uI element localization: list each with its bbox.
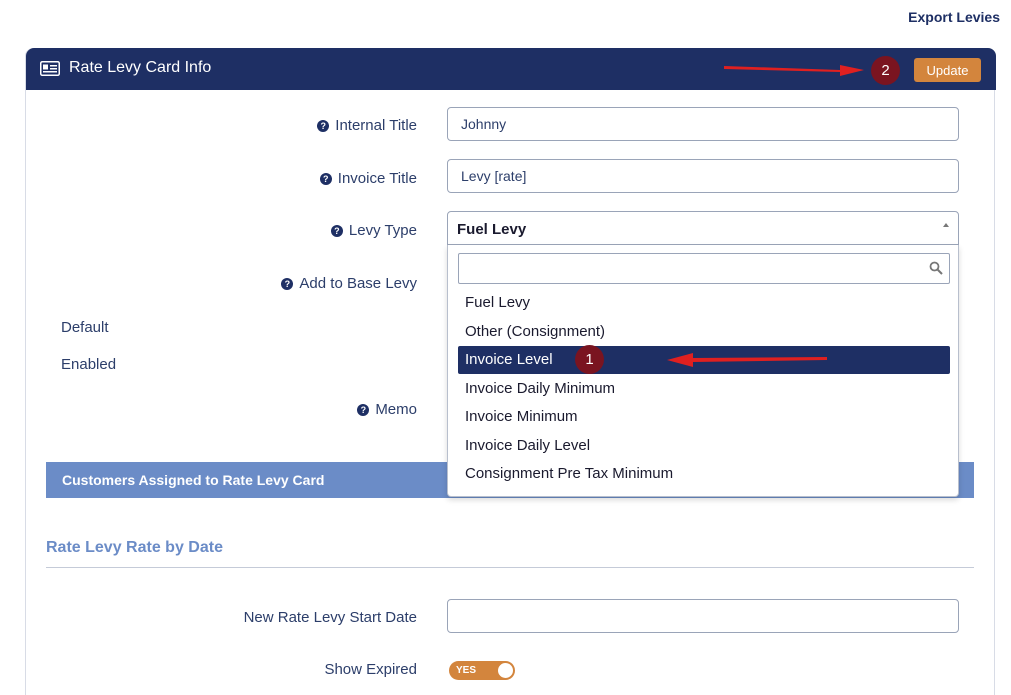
dropdown-search-input[interactable]	[458, 253, 950, 284]
help-icon[interactable]: ?	[281, 278, 294, 290]
memo-label: ? Memo	[357, 401, 417, 418]
add-to-base-levy-label: ? Add to Base Levy	[281, 275, 417, 292]
default-label: Default	[61, 319, 109, 336]
help-icon[interactable]: ?	[357, 404, 370, 416]
dropdown-option[interactable]: Fuel Levy	[458, 289, 950, 317]
toggle-text: YES	[456, 665, 477, 676]
update-button[interactable]: Update	[914, 58, 981, 82]
annotation-arrow-1	[667, 353, 827, 367]
id-card-icon	[40, 61, 60, 76]
help-icon[interactable]: ?	[319, 173, 332, 185]
invoice-title-input[interactable]	[447, 159, 959, 193]
search-icon	[929, 261, 943, 275]
start-date-input[interactable]	[447, 599, 959, 633]
annotation-badge-1: 1	[575, 345, 604, 374]
toggle-knob	[498, 663, 513, 678]
help-icon[interactable]: ?	[330, 225, 343, 237]
levy-type-dropdown: Fuel Levy Other (Consignment) Invoice Leve…	[447, 245, 959, 497]
enabled-label: Enabled	[61, 356, 117, 373]
start-date-label: New Rate Levy Start Date	[243, 609, 417, 626]
show-expired-label: Show Expired	[324, 661, 417, 678]
levy-type-selected-value: Fuel Levy	[457, 221, 527, 238]
card-title: Rate Levy Card Info	[69, 59, 212, 76]
invoice-title-label: ? Invoice Title	[319, 170, 417, 187]
levy-type-select[interactable]: Fuel Levy	[447, 211, 959, 245]
annotation-arrow-2	[724, 65, 864, 76]
dropdown-option[interactable]: Invoice Minimum	[458, 403, 950, 431]
internal-title-input[interactable]	[447, 107, 959, 141]
help-icon[interactable]: ?	[317, 120, 330, 132]
dropdown-option[interactable]: Invoice Daily Minimum	[458, 375, 950, 403]
show-expired-toggle[interactable]: YES	[449, 661, 515, 680]
dropdown-option[interactable]: Invoice Daily Level	[458, 432, 950, 460]
levy-type-label: ? Levy Type	[330, 222, 417, 239]
internal-title-label: ? Internal Title	[317, 117, 417, 134]
section-divider	[46, 567, 974, 568]
chevron-up-icon	[943, 223, 949, 227]
dropdown-option[interactable]: Other (Consignment)	[458, 318, 950, 346]
rate-by-date-title: Rate Levy Rate by Date	[46, 539, 223, 556]
export-levies-link[interactable]: Export Levies	[908, 9, 1000, 25]
dropdown-option[interactable]: Consignment Pre Tax Minimum	[458, 460, 950, 488]
annotation-badge-2: 2	[871, 56, 900, 85]
